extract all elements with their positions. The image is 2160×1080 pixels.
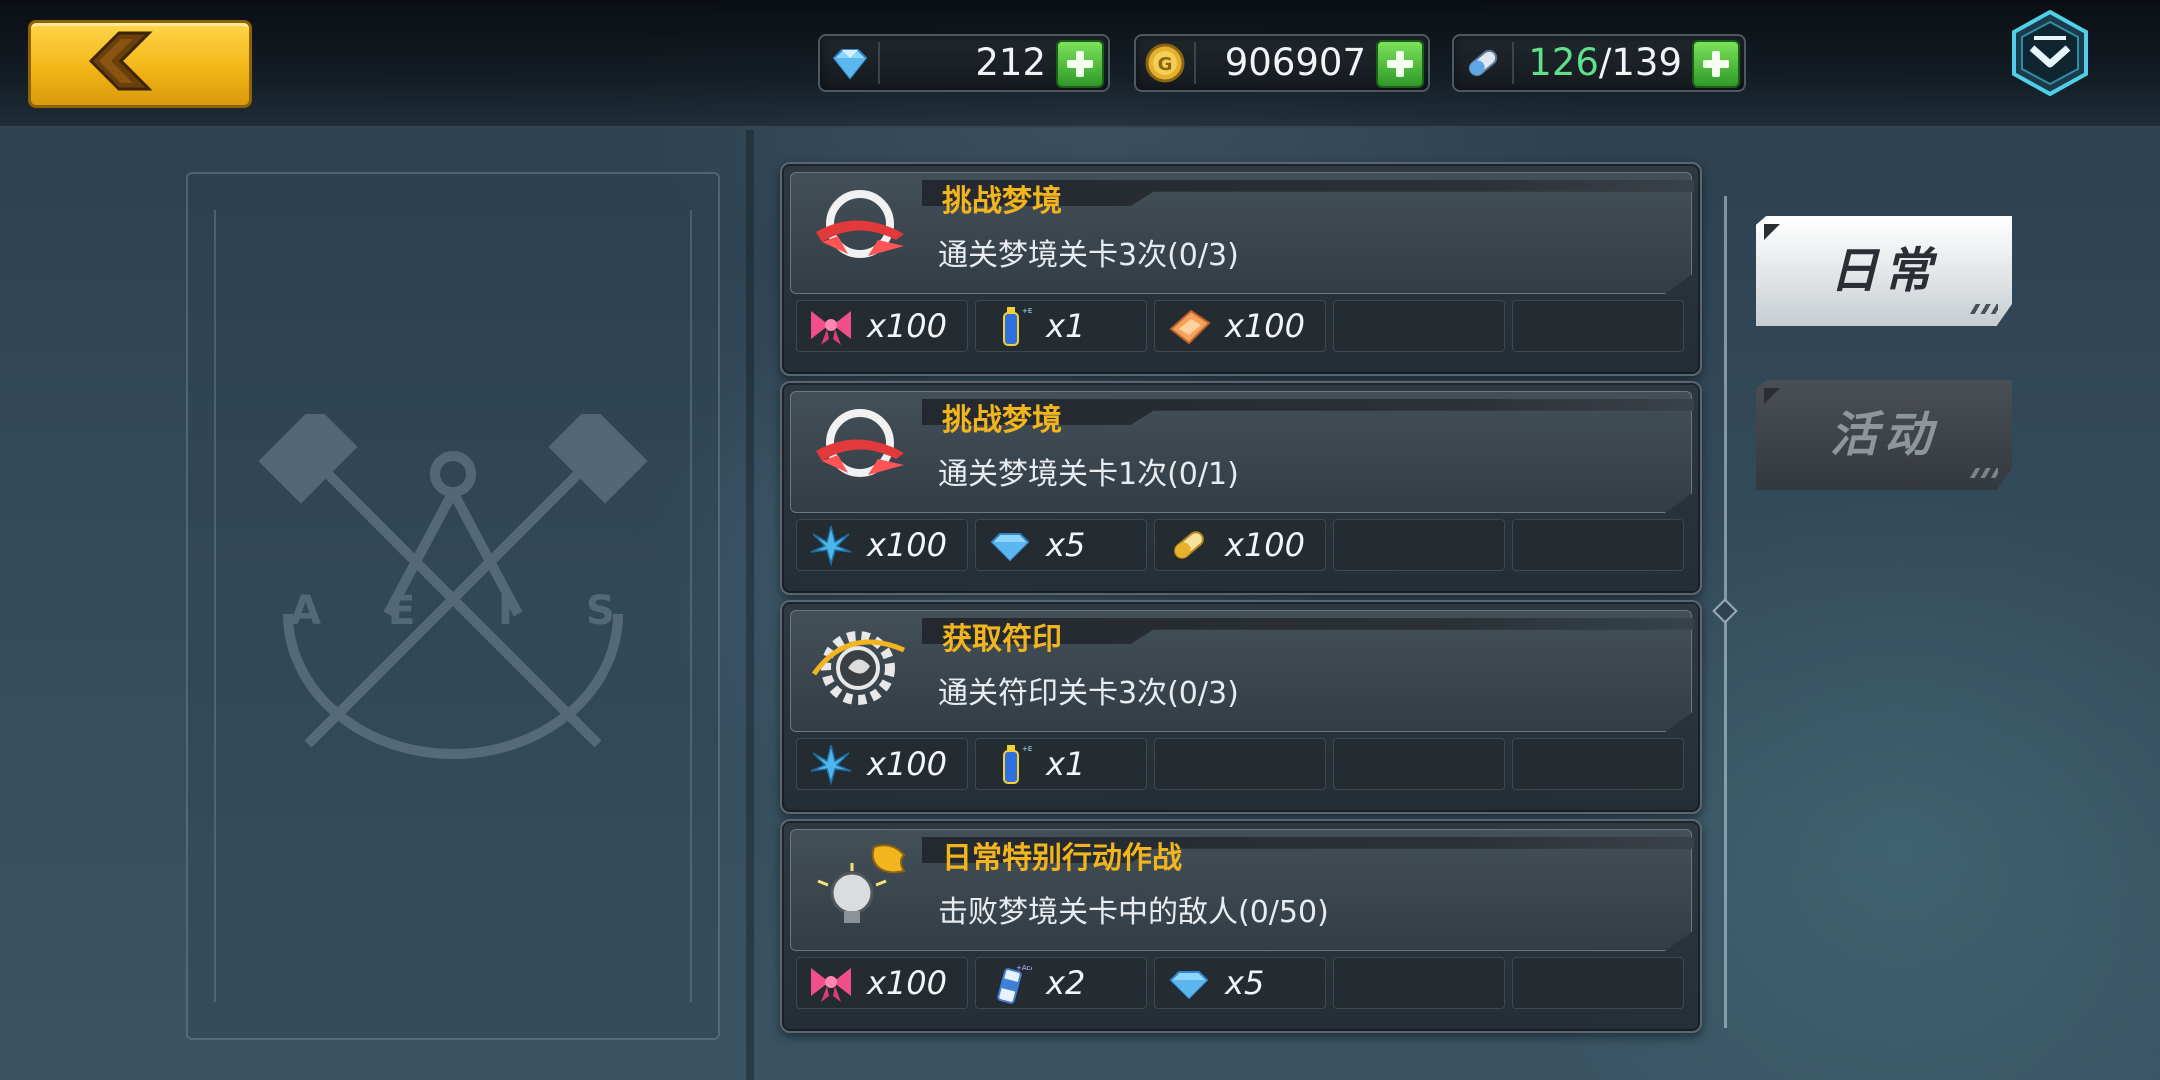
separator [1194, 42, 1196, 84]
reward-quantity: x2 [1046, 964, 1086, 1002]
emblem-letter: E [388, 588, 415, 634]
reward-slot[interactable]: x100 [1154, 300, 1326, 352]
reward-slot[interactable]: +Exp x1 [975, 300, 1147, 352]
diamond-icon [990, 533, 1030, 562]
reward-row: x100 x5 x100 [796, 519, 1686, 571]
empty-reward-slot [1333, 519, 1505, 571]
reward-quantity: x100 [1225, 526, 1306, 564]
empty-reward-slot [1512, 300, 1684, 352]
reward-slot[interactable]: x100 [796, 957, 968, 1009]
crimson-orb-icon [816, 409, 904, 477]
reward-row: x100 +AcAp x2 x5 [796, 957, 1686, 1009]
scroll-thumb[interactable] [1712, 598, 1738, 624]
gold-capsule-icon [1174, 531, 1204, 559]
gold-counter: G 906907 [1134, 34, 1430, 92]
empty-reward-slot [1154, 738, 1326, 790]
tab-event[interactable]: 活动 [1756, 380, 2012, 490]
reward-slot[interactable]: x5 [975, 519, 1147, 571]
quest-card[interactable]: 获取符印 通关符印关卡3次(0/3) x100 +Exp x1 [780, 600, 1702, 814]
empty-reward-slot [1512, 519, 1684, 571]
diamond-icon [832, 49, 868, 80]
gold-amount: 906907 [1224, 41, 1366, 84]
collapse-menu-button[interactable] [2010, 10, 2090, 96]
tab-daily[interactable]: 日常 [1756, 216, 2012, 326]
separator [1512, 42, 1514, 84]
reward-slot[interactable]: +Exp x1 [975, 738, 1147, 790]
top-bar: 212 G 906907 126/139 [0, 0, 2160, 128]
blue-crystal-leaf-icon [810, 744, 852, 785]
acap-drink-icon: +AcAp [997, 964, 1032, 1004]
reward-slot[interactable]: x5 [1154, 957, 1326, 1009]
reward-quantity: x100 [867, 964, 948, 1002]
svg-text:G: G [1158, 54, 1173, 75]
add-diamond-button[interactable] [1056, 40, 1104, 88]
emblem-letter: I [498, 588, 513, 634]
reward-quantity: x100 [867, 745, 948, 783]
lightbulb-icon [817, 844, 906, 923]
tab-slash-decoration [1970, 304, 1998, 314]
reward-slot[interactable]: +AcAp x2 [975, 957, 1147, 1009]
quest-description: 通关梦境关卡1次(0/1) [938, 457, 1239, 492]
add-stamina-button[interactable] [1692, 40, 1740, 88]
empty-reward-slot [1333, 300, 1505, 352]
quest-description: 通关梦境关卡3次(0/3) [938, 238, 1239, 273]
empty-reward-slot [1512, 738, 1684, 790]
orange-ticket-icon [1169, 309, 1211, 345]
gold-coin-icon: G [1145, 43, 1185, 83]
emblem-letter: A [290, 588, 321, 634]
quest-title: 挑战梦境 [942, 184, 1062, 219]
reward-quantity: x5 [1046, 526, 1086, 564]
diamond-counter: 212 [818, 34, 1110, 92]
empty-reward-slot [1333, 957, 1505, 1009]
exp-tag: +Exp [1022, 307, 1032, 315]
blue-crystal-leaf-icon [810, 525, 852, 566]
reward-slot[interactable]: x100 [796, 519, 968, 571]
quest-title: 获取符印 [942, 622, 1062, 657]
quest-title: 日常特别行动作战 [942, 841, 1182, 876]
stamina-amount: 126/139 [1528, 41, 1682, 84]
diamond-icon [1169, 971, 1209, 1000]
reward-quantity: x1 [1046, 307, 1086, 345]
empty-reward-slot [1512, 957, 1684, 1009]
quest-title: 挑战梦境 [942, 403, 1062, 438]
reward-slot[interactable]: x100 [1154, 519, 1326, 571]
reward-slot[interactable]: x100 [796, 300, 968, 352]
diamond-amount: 212 [975, 41, 1046, 84]
stamina-counter: 126/139 [1452, 34, 1746, 92]
reward-quantity: x100 [867, 307, 948, 345]
quest-card[interactable]: 日常特别行动作战 击败梦境关卡中的敌人(0/50) x100 +AcAp x2 [780, 819, 1702, 1033]
organization-emblem: A E I S [258, 414, 648, 759]
gear-sigil-icon [811, 631, 905, 705]
quest-card[interactable]: 挑战梦境 通关梦境关卡3次(0/3) x100 +Exp x1 x100 [780, 162, 1702, 376]
quest-description: 通关符印关卡3次(0/3) [938, 676, 1239, 711]
pink-bow-icon [811, 311, 851, 345]
quest-card[interactable]: 挑战梦境 通关梦境关卡1次(0/1) x100 x5 x100 [780, 381, 1702, 595]
divider [746, 130, 754, 1080]
reward-row: x100 +Exp x1 x100 [796, 300, 1686, 352]
reward-quantity: x100 [867, 526, 948, 564]
tab-slash-decoration [1970, 468, 1998, 478]
quest-description: 击败梦境关卡中的敌人(0/50) [938, 895, 1329, 930]
exp-drink-icon: +Exp [1003, 745, 1032, 784]
chevron-left-icon [88, 31, 153, 91]
reward-slot[interactable]: x100 [796, 738, 968, 790]
exp-drink-icon: +Exp [1003, 307, 1032, 346]
acap-tag: +AcAp [1016, 964, 1032, 972]
crimson-orb-icon [816, 190, 904, 258]
exp-tag: +Exp [1022, 745, 1032, 753]
pink-bow-icon [811, 968, 851, 1002]
reward-quantity: x100 [1225, 307, 1306, 345]
empty-reward-slot [1333, 738, 1505, 790]
emblem-letter: S [586, 588, 615, 634]
reward-quantity: x5 [1225, 964, 1265, 1002]
emblem-panel: A E I S [186, 172, 720, 1040]
reward-row: x100 +Exp x1 [796, 738, 1686, 790]
reward-quantity: x1 [1046, 745, 1086, 783]
back-button[interactable] [28, 20, 252, 108]
separator [878, 42, 880, 84]
add-gold-button[interactable] [1376, 40, 1424, 88]
stamina-capsule-icon [1468, 49, 1498, 77]
